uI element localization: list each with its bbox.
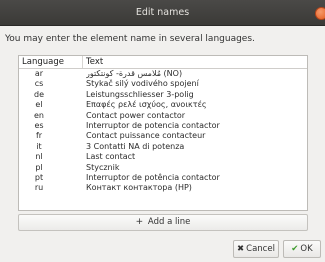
ok-button[interactable]: ✔ OK — [283, 240, 321, 258]
table-row[interactable]: it 3 Contatti NA di potenza — [19, 142, 307, 152]
language-cell[interactable]: cs — [19, 79, 59, 89]
language-cell[interactable]: nl — [19, 152, 59, 162]
text-cell[interactable]: Contact power contactor — [86, 111, 304, 121]
table-row[interactable]: cs Stykač silý vodivého spojení — [19, 79, 307, 89]
language-cell[interactable]: el — [19, 100, 59, 110]
window-title: Edit names — [135, 7, 190, 18]
text-cell[interactable]: Επαφές ρελέ ισχύος, ανοικτές — [86, 100, 304, 110]
table-row[interactable]: pl Stycznik — [19, 163, 307, 173]
language-cell[interactable]: it — [19, 142, 59, 152]
text-cell[interactable]: Stykač silý vodivého spojení — [86, 79, 304, 89]
language-cell[interactable]: fr — [19, 131, 59, 141]
text-cell[interactable]: Contact puissance contacteur — [86, 131, 304, 141]
table-row[interactable]: el Επαφές ρελέ ισχύος, ανοικτές — [19, 100, 307, 110]
cancel-x-icon: ✖ — [237, 244, 245, 254]
text-cell[interactable]: Last contact — [86, 152, 304, 162]
language-cell[interactable]: ru — [19, 183, 59, 193]
table-header: Language Text — [19, 56, 307, 69]
language-cell[interactable]: en — [19, 111, 59, 121]
cancel-label: Cancel — [246, 244, 275, 254]
language-cell[interactable]: ar — [19, 69, 59, 79]
column-header-text[interactable]: Text — [86, 57, 103, 67]
column-header-language[interactable]: Language — [22, 57, 64, 67]
ok-label: OK — [300, 244, 313, 254]
language-cell[interactable]: pt — [19, 173, 59, 183]
language-cell[interactable]: pl — [19, 163, 59, 173]
text-cell[interactable]: Interruptor de potência contactor — [86, 173, 304, 183]
title-bar[interactable]: Edit names — [0, 0, 325, 26]
plus-icon: + — [135, 217, 144, 227]
checkmark-icon: ✔ — [291, 244, 299, 254]
language-cell[interactable]: es — [19, 121, 59, 131]
table-rows: ar مُلامس قدرة- كونتكتور (NO) cs Stykač sil… — [19, 69, 307, 194]
names-table[interactable]: Language Text ar مُلامس قدرة- كونتكتور (N… — [18, 55, 308, 211]
text-cell[interactable]: Контакт контактора (НР) — [86, 183, 304, 193]
add-line-button[interactable]: + Add a line — [18, 214, 308, 231]
table-row[interactable]: es Interruptor de potencia contactor — [19, 121, 307, 131]
text-cell[interactable]: 3 Contatti NA di potenza — [86, 142, 304, 152]
table-row[interactable]: ru Контакт контактора (НР) — [19, 183, 307, 193]
table-row[interactable]: fr Contact puissance contacteur — [19, 131, 307, 141]
cancel-button[interactable]: ✖ Cancel — [233, 240, 279, 258]
edit-names-dialog: Edit names You may enter the element nam… — [0, 0, 325, 262]
instruction-text: You may enter the element name in severa… — [5, 34, 255, 44]
add-line-label: Add a line — [147, 217, 191, 227]
table-row[interactable]: ar مُلامس قدرة- كونتكتور (NO) — [19, 69, 307, 79]
table-row[interactable]: nl Last contact — [19, 152, 307, 162]
language-cell[interactable]: de — [19, 90, 59, 100]
text-cell[interactable]: مُلامس قدرة- كونتكتور (NO) — [86, 69, 304, 79]
text-cell[interactable]: Leistungsschliesser 3-polig — [86, 90, 304, 100]
table-row[interactable]: pt Interruptor de potência contactor — [19, 173, 307, 183]
text-cell[interactable]: Stycznik — [86, 163, 304, 173]
table-row[interactable]: en Contact power contactor — [19, 111, 307, 121]
close-icon[interactable] — [315, 7, 325, 20]
table-row[interactable]: de Leistungsschliesser 3-polig — [19, 90, 307, 100]
column-separator — [82, 56, 83, 68]
text-cell[interactable]: Interruptor de potencia contactor — [86, 121, 304, 131]
